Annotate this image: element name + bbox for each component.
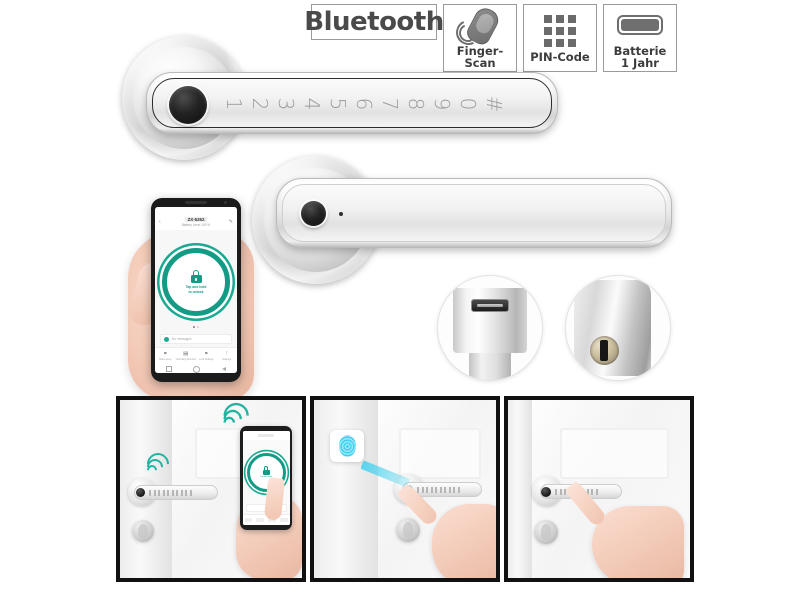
door-frame	[508, 400, 533, 578]
back-icon[interactable]	[222, 367, 227, 371]
unlock-button-caption: Tap and hold to unlock	[174, 285, 218, 294]
key-4[interactable]: 4	[300, 91, 324, 117]
app-title: ZX-5262	[184, 217, 208, 222]
unlock-caption-line2: to unlock	[188, 289, 204, 294]
dots-icon: ⋮	[224, 351, 230, 358]
fingerprint-sensor[interactable]	[169, 86, 207, 124]
badge-finger-scan: Finger-Scan	[443, 4, 517, 72]
badge-bluetooth: Bluetooth	[304, 4, 444, 40]
key-8[interactable]: 8	[404, 91, 428, 117]
page-dots[interactable]	[155, 326, 237, 328]
feature-badge-row: Bluetooth Finger-Scan PIN-Code Batterie …	[304, 4, 677, 72]
tab-share-ekey-label: Share eKey	[159, 357, 172, 361]
key-icon: ⚭	[203, 351, 209, 358]
tab-bar: ⚭ Share eKey ▤ Unlocking Records ⚭ Lock …	[155, 347, 237, 365]
keypad-digits[interactable]: 1 2 3 4 5 6 7 8 9 0 #	[221, 87, 507, 121]
product-image-canvas: Bluetooth Finger-Scan PIN-Code Batterie …	[0, 0, 800, 600]
badge-finger-scan-label: Finger-Scan	[456, 43, 504, 70]
smartphone: ‹ ✎ ZX-5262 Battery Level 100 % Tap and …	[151, 198, 241, 382]
rear-handle-bar	[276, 178, 672, 248]
scene3-knob	[534, 520, 558, 544]
badge-batterie-line2: 1 Jahr	[621, 55, 659, 70]
scene-app-unlock: Tap and hold	[116, 396, 306, 582]
scene3-fingerprint-sensor	[541, 487, 551, 497]
key-6[interactable]: 6	[352, 91, 376, 117]
scene2-hand	[432, 504, 496, 578]
home-icon[interactable]	[193, 365, 201, 373]
usage-scene-row: Tap and hold	[116, 396, 694, 582]
badge-pin-code: PIN-Code	[523, 4, 597, 72]
chevron-left-icon[interactable]: ‹	[159, 219, 161, 225]
front-camera	[224, 201, 227, 204]
badge-pin-code-label: PIN-Code	[530, 49, 590, 64]
scene3-hand	[592, 506, 684, 578]
person-icon: ⚭	[162, 351, 168, 358]
tab-unlocking-records[interactable]: ▤ Unlocking Records	[176, 348, 197, 365]
tab-unlocking-records-label: Unlocking Records	[175, 357, 196, 361]
scene1-handle-bar	[134, 485, 218, 500]
lock-area: Tap and hold to unlock	[155, 230, 237, 334]
system-nav-bar	[155, 365, 237, 373]
scene-fingerprint	[310, 396, 500, 582]
key-0[interactable]: 0	[456, 91, 480, 117]
key-5[interactable]: 5	[326, 91, 350, 117]
tab-lock-settings[interactable]: ⚭ Lock Settings	[196, 348, 217, 365]
status-bar	[155, 207, 237, 214]
fingerprint-card	[330, 430, 364, 462]
app-bar: ‹ ✎ ZX-5262 Battery Level 100 %	[155, 214, 237, 230]
tab-settings[interactable]: ⋮ Settings	[217, 348, 238, 365]
bubble-icon	[164, 336, 169, 342]
message-bar[interactable]: No messages	[160, 334, 232, 344]
message-bar-text: No messages	[172, 337, 192, 341]
unlock-button[interactable]: Tap and hold to unlock	[162, 248, 230, 316]
keypad-grid-icon	[524, 11, 596, 51]
pencil-icon[interactable]: ✎	[229, 219, 233, 225]
book-icon: ▤	[183, 351, 189, 358]
reset-pinhole[interactable]	[339, 212, 343, 216]
bluetooth-signal-icon-handle	[142, 448, 174, 480]
scene-pincode	[504, 396, 694, 582]
key-9[interactable]: 9	[430, 91, 454, 117]
key-2[interactable]: 2	[248, 91, 272, 117]
badge-batterie-label: Batterie 1 Jahr	[614, 45, 667, 69]
scene1-fingerprint-sensor	[136, 488, 145, 497]
micro-usb-port-icon	[471, 298, 509, 313]
key-7[interactable]: 7	[378, 91, 402, 117]
key-3[interactable]: 3	[274, 91, 298, 117]
key-hash[interactable]: #	[482, 91, 506, 117]
badge-batterie: Batterie 1 Jahr	[603, 4, 677, 72]
fingerprint-icon	[338, 435, 356, 457]
battery-icon	[604, 5, 676, 45]
earpiece-speaker	[185, 201, 207, 204]
tab-settings-label: Settings	[222, 357, 232, 361]
phone-screen: ‹ ✎ ZX-5262 Battery Level 100 % Tap and …	[155, 207, 237, 373]
scene2-knob	[396, 518, 420, 542]
fingerprint-scan-icon	[444, 4, 516, 49]
tab-share-ekey[interactable]: ⚭ Share eKey	[155, 348, 176, 365]
key-1[interactable]: 1	[222, 91, 246, 117]
recents-icon[interactable]	[165, 366, 172, 372]
detail-key-cylinder	[565, 275, 671, 381]
power-button[interactable]	[301, 201, 326, 226]
tab-lock-settings-label: Lock Settings	[199, 357, 214, 361]
scene1-knob	[132, 520, 154, 542]
front-handle-bar: 1 2 3 4 5 6 7 8 9 0 #	[146, 72, 558, 134]
padlock-icon	[190, 270, 202, 284]
app-subtitle: Battery Level 100 %	[181, 223, 211, 227]
badge-bluetooth-label: Bluetooth	[304, 7, 444, 37]
detail-usb-port	[437, 275, 543, 381]
door-frame	[314, 400, 379, 578]
